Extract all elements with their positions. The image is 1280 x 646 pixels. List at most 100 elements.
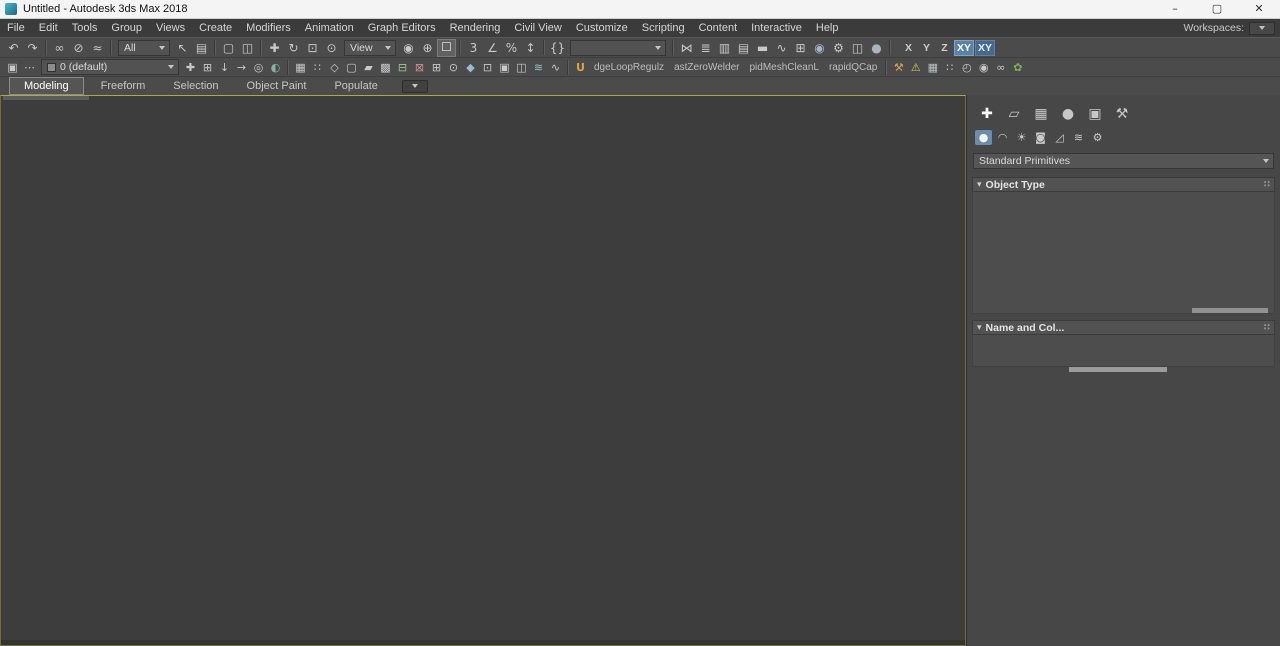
select-and-scale-icon[interactable]: ⊡ xyxy=(303,39,322,57)
angle-snap-icon[interactable]: ∠ xyxy=(483,39,502,57)
menu-item[interactable]: Interactive xyxy=(744,19,809,37)
weld-icon[interactable]: ⊙ xyxy=(445,59,462,76)
plant-icon[interactable]: ✿ xyxy=(1009,59,1026,76)
constrain-plane-flyout-button[interactable]: XY xyxy=(975,39,996,56)
ribbon-minimize-button[interactable] xyxy=(401,79,428,93)
display-toggle-icon[interactable]: ◐ xyxy=(267,59,284,76)
more-options-icon[interactable]: ⋯ xyxy=(21,59,38,76)
lights-category-icon[interactable]: ☀ xyxy=(1013,130,1030,145)
rectangular-selection-icon[interactable]: ▢ xyxy=(219,39,238,57)
menu-item[interactable]: Animation xyxy=(298,19,361,37)
window-crossing-toggle-icon[interactable]: ◫ xyxy=(238,39,257,57)
menu-item[interactable]: Create xyxy=(192,19,239,37)
select-layer-objects-icon[interactable]: ↓ xyxy=(216,59,233,76)
helpers-category-icon[interactable]: ◿ xyxy=(1051,130,1068,145)
chain-link-icon[interactable]: ∞ xyxy=(992,59,1009,76)
space-warps-category-icon[interactable]: ≋ xyxy=(1070,130,1087,145)
menu-item[interactable]: Content xyxy=(692,19,745,37)
viewport[interactable] xyxy=(0,95,966,646)
tab-object-paint[interactable]: Object Paint xyxy=(233,78,321,94)
reference-coordinate-dropdown[interactable]: View xyxy=(344,39,396,56)
spinner-snap-icon[interactable]: ↕ xyxy=(521,39,540,57)
tab-populate[interactable]: Populate xyxy=(320,78,391,94)
maximize-button[interactable]: ▢ xyxy=(1196,0,1238,18)
element-mode-icon[interactable]: ▩ xyxy=(377,59,394,76)
tab-selection[interactable]: Selection xyxy=(159,78,232,94)
close-button[interactable]: ✕ xyxy=(1238,0,1280,18)
mirror-icon[interactable]: ⋈ xyxy=(677,39,696,57)
script-button[interactable]: pidMeshCleanL xyxy=(744,62,824,73)
edit-named-selection-sets-icon[interactable]: {} xyxy=(548,39,567,57)
script-button[interactable]: rapidQCap xyxy=(824,62,882,73)
dots-grid-icon[interactable]: ∷ xyxy=(941,59,958,76)
inset-icon[interactable]: ▣ xyxy=(496,59,513,76)
systems-category-icon[interactable]: ⚙ xyxy=(1089,130,1106,145)
menu-item[interactable]: Modifiers xyxy=(239,19,298,37)
tab-modeling[interactable]: Modeling xyxy=(9,77,84,95)
display-tab-icon[interactable]: ▣ xyxy=(1083,103,1107,125)
cameras-category-icon[interactable]: ◙ xyxy=(1032,130,1049,145)
menu-item[interactable]: Customize xyxy=(569,19,635,37)
grid-table-icon[interactable]: ▦ xyxy=(924,59,941,76)
percent-snap-icon[interactable]: % xyxy=(502,39,521,57)
constrain-z-button[interactable]: Z xyxy=(936,40,953,56)
paint-deform-icon[interactable]: ∿ xyxy=(547,59,564,76)
workspaces-dropdown[interactable] xyxy=(1249,21,1275,35)
edge-mode-icon[interactable]: ◇ xyxy=(326,59,343,76)
constrain-y-button[interactable]: Y xyxy=(918,40,935,56)
polygon-modeling-icon[interactable]: ▦ xyxy=(292,59,309,76)
set-current-layer-icon[interactable]: → xyxy=(233,59,250,76)
render-setup-icon[interactable]: ⚙ xyxy=(829,39,848,57)
material-editor-icon[interactable]: ◉ xyxy=(810,39,829,57)
isolate-selection-icon[interactable]: ◎ xyxy=(250,59,267,76)
u-tool-button[interactable]: U xyxy=(572,59,589,76)
undo-icon[interactable]: ↶ xyxy=(4,39,23,57)
create-new-layer-icon[interactable]: ✚ xyxy=(182,59,199,76)
menu-item[interactable]: Tools xyxy=(65,19,105,37)
render-production-icon[interactable]: ● xyxy=(867,39,886,57)
chamfer-icon[interactable]: ◆ xyxy=(462,59,479,76)
toggle-scene-explorer-icon[interactable]: ▥ xyxy=(715,39,734,57)
keyboard-shortcut-override-icon[interactable]: ☐ xyxy=(437,38,456,57)
modify-tab-icon[interactable]: ▱ xyxy=(1002,103,1026,125)
snaps-toggle-3d-icon[interactable]: 3 xyxy=(464,39,483,57)
schematic-view-icon[interactable]: ⊞ xyxy=(791,39,810,57)
minimize-button[interactable]: – xyxy=(1154,0,1196,18)
select-by-name-icon[interactable]: ▤ xyxy=(192,39,211,57)
select-object-icon[interactable]: ↖ xyxy=(173,39,192,57)
utilities-tab-icon[interactable]: ⚒ xyxy=(1110,103,1134,125)
menu-item[interactable]: File xyxy=(0,19,32,37)
menu-item[interactable]: Help xyxy=(809,19,846,37)
named-selection-sets-dropdown[interactable] xyxy=(570,39,666,56)
add-selection-to-layer-icon[interactable]: ⊞ xyxy=(199,59,216,76)
border-mode-icon[interactable]: ▢ xyxy=(343,59,360,76)
use-pivot-point-center-icon[interactable]: ◉ xyxy=(399,39,418,57)
tool-hammer-icon[interactable]: ⚒ xyxy=(890,59,907,76)
name-color-rollout-header[interactable]: ▾ Name and Col... ∷ xyxy=(972,320,1275,335)
select-and-rotate-icon[interactable]: ↻ xyxy=(284,39,303,57)
extrude-icon[interactable]: ⊡ xyxy=(479,59,496,76)
curve-editor-icon[interactable]: ∿ xyxy=(772,39,791,57)
tab-freeform[interactable]: Freeform xyxy=(87,78,160,94)
primitives-dropdown[interactable]: Standard Primitives xyxy=(973,153,1274,169)
menu-item[interactable]: Views xyxy=(149,19,192,37)
menu-item[interactable]: Scripting xyxy=(635,19,692,37)
layer-color-swatch[interactable] xyxy=(47,62,56,72)
shapes-category-icon[interactable]: ◠ xyxy=(994,130,1011,145)
swift-loop-icon[interactable]: ⊟ xyxy=(394,59,411,76)
select-and-move-icon[interactable]: ✚ xyxy=(265,39,284,57)
vertex-mode-icon[interactable]: ∷ xyxy=(309,59,326,76)
warning-icon[interactable]: ⚠ xyxy=(907,59,924,76)
paint-connect-icon[interactable]: ⊠ xyxy=(411,59,428,76)
motion-tab-icon[interactable]: ● xyxy=(1056,103,1080,125)
scene-explorer-window-icon[interactable]: ▣ xyxy=(4,59,21,76)
menu-item[interactable]: Edit xyxy=(32,19,65,37)
quad-cap-icon[interactable]: ⊞ xyxy=(428,59,445,76)
select-and-place-icon[interactable]: ⊙ xyxy=(322,39,341,57)
select-and-manipulate-icon[interactable]: ⊕ xyxy=(418,39,437,57)
relax-icon[interactable]: ≋ xyxy=(530,59,547,76)
pin-target-icon[interactable]: ◉ xyxy=(975,59,992,76)
select-and-link-icon[interactable]: ∞ xyxy=(50,39,69,57)
menu-item[interactable]: Rendering xyxy=(443,19,508,37)
bridge-icon[interactable]: ◫ xyxy=(513,59,530,76)
